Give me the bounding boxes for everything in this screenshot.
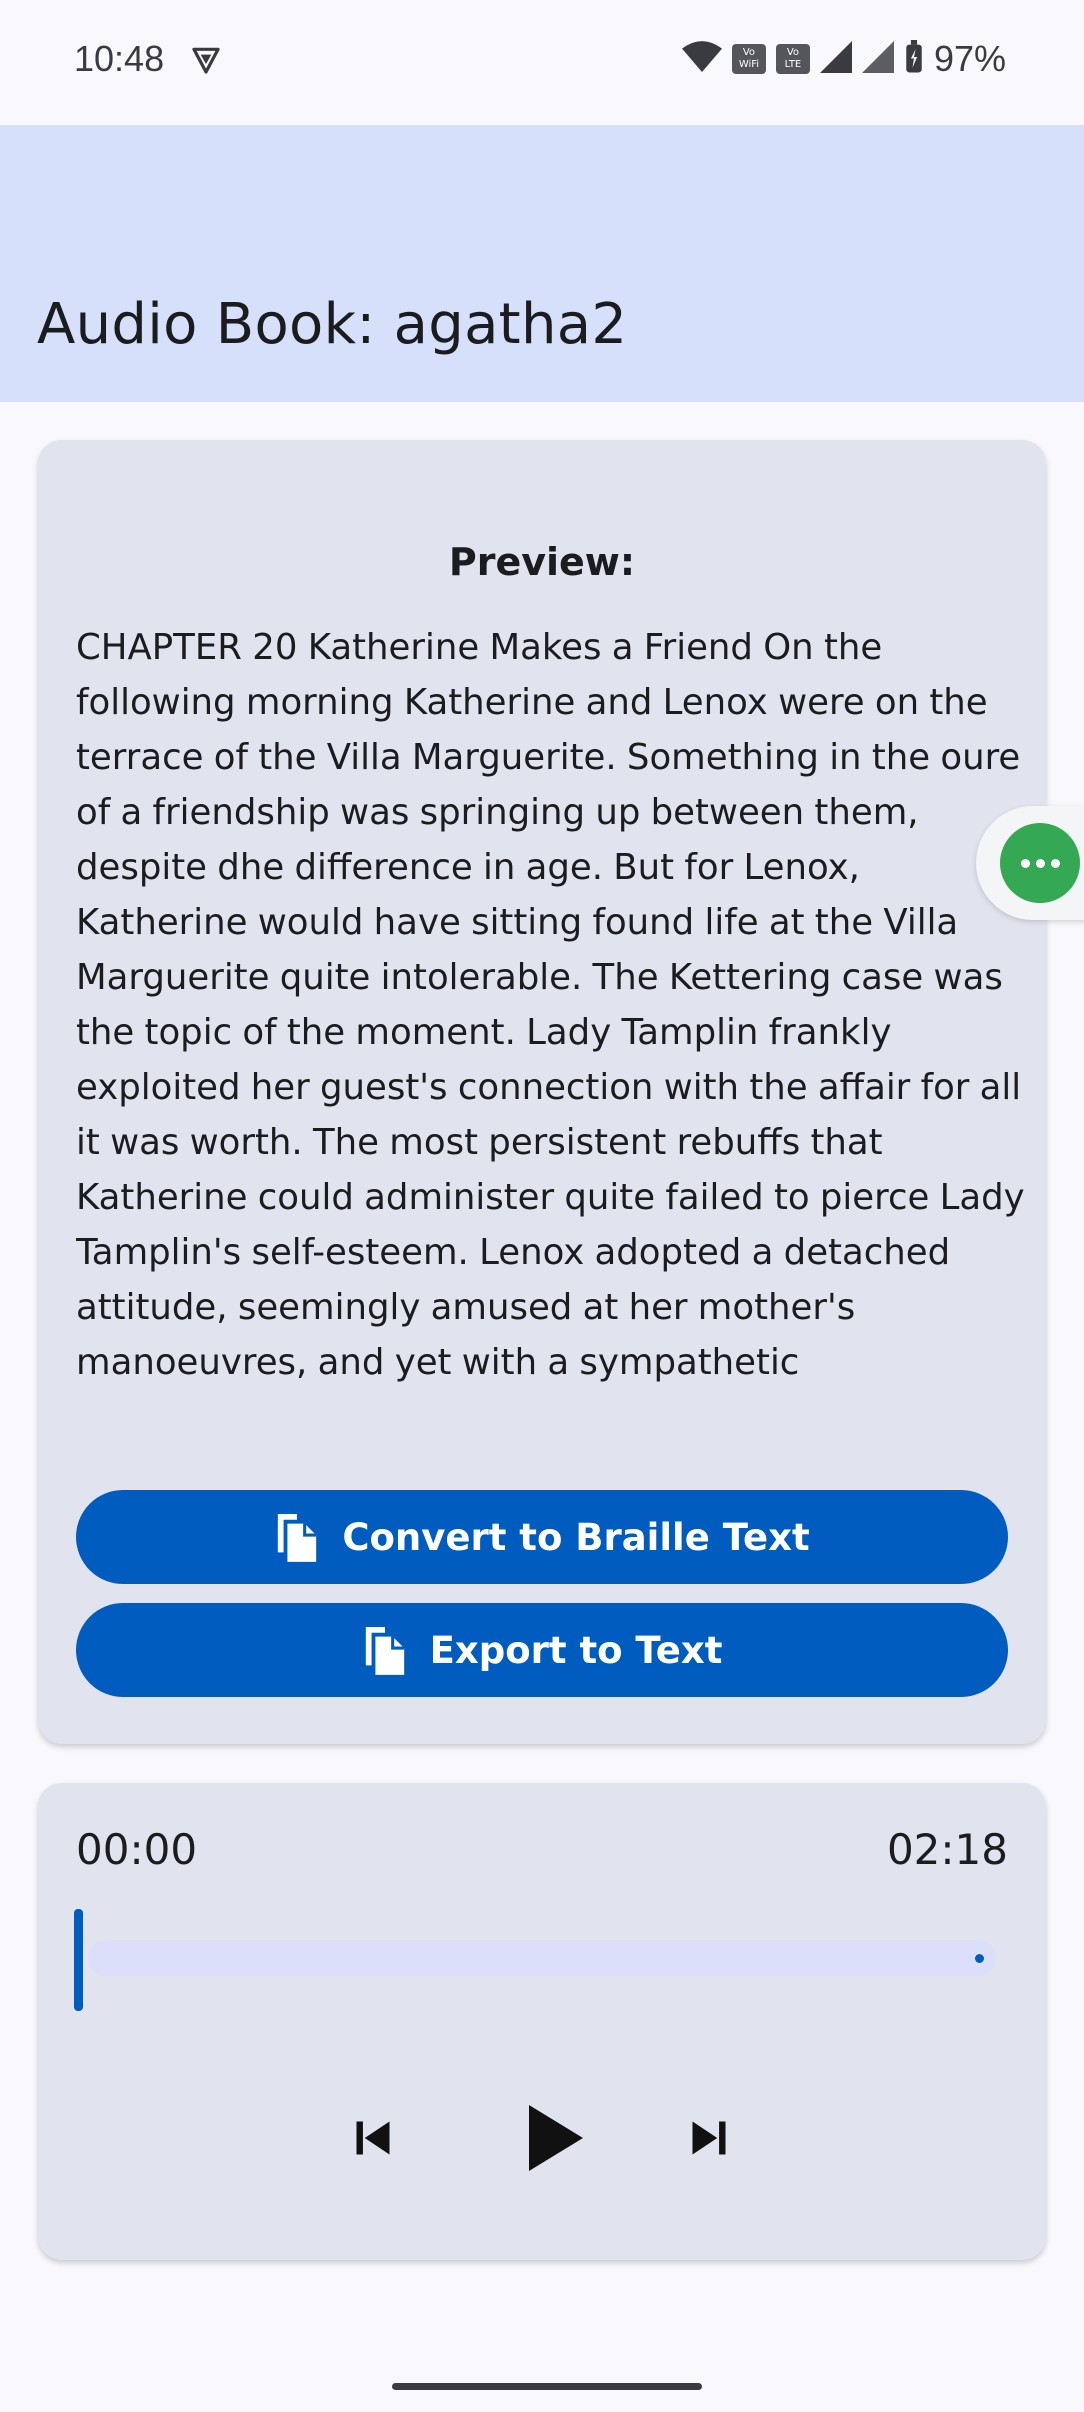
volte-badge-icon: Vo LTE xyxy=(775,44,810,74)
seek-bar[interactable] xyxy=(88,1940,996,1976)
battery-percent: 97% xyxy=(933,38,1006,79)
preview-card: Preview: CHAPTER 20 Katherine Makes a Fr… xyxy=(38,440,1046,1744)
export-to-text-button[interactable]: Export to Text xyxy=(76,1603,1008,1697)
wifi-icon xyxy=(681,40,722,78)
home-indicator[interactable] xyxy=(392,2383,702,2390)
total-time: 02:18 xyxy=(886,1825,1008,1874)
play-button[interactable] xyxy=(508,2090,604,2186)
seek-end-dot xyxy=(975,1954,984,1963)
vowifi-badge-icon: Vo WiFi xyxy=(731,44,766,74)
preview-text[interactable]: CHAPTER 20 Katherine Makes a Friend On t… xyxy=(76,620,1031,1382)
skip-next-button[interactable] xyxy=(674,2103,744,2173)
app-bar xyxy=(0,125,1084,402)
player-card: 00:00 02:18 xyxy=(38,1783,1046,2260)
convert-to-braille-button[interactable]: Convert to Braille Text xyxy=(76,1490,1008,1584)
export-to-text-label: Export to Text xyxy=(429,1628,723,1672)
play-icon xyxy=(529,2105,583,2171)
copy-icon xyxy=(362,1623,408,1677)
vpn-icon xyxy=(190,44,222,80)
page-title: Audio Book: agatha2 xyxy=(37,292,628,357)
more-horiz-icon[interactable] xyxy=(1000,823,1080,903)
signal-icon xyxy=(819,41,852,77)
skip-previous-icon xyxy=(356,2121,390,2155)
skip-next-icon xyxy=(692,2121,726,2155)
seek-handle[interactable] xyxy=(74,1909,83,2011)
status-bar: 10:48 Vo WiFi Vo LTE 97% xyxy=(0,0,1084,125)
battery-icon xyxy=(904,40,924,78)
current-time: 00:00 xyxy=(76,1825,198,1874)
preview-heading: Preview: xyxy=(448,540,636,584)
convert-to-braille-label: Convert to Braille Text xyxy=(342,1515,810,1559)
copy-icon xyxy=(274,1510,320,1564)
skip-previous-button[interactable] xyxy=(338,2103,408,2173)
signal-roaming-icon xyxy=(861,41,894,77)
status-icons: Vo WiFi Vo LTE 97% xyxy=(681,38,1006,80)
status-time: 10:48 xyxy=(74,38,165,79)
